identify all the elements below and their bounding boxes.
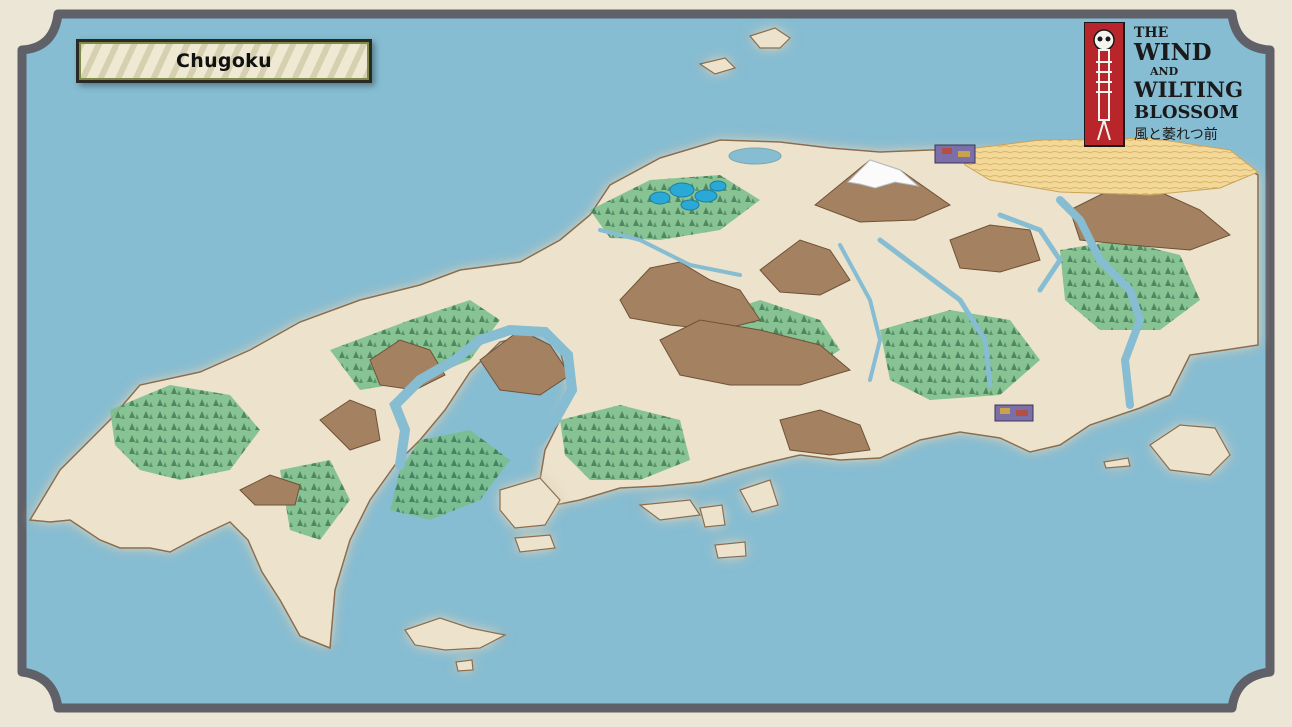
logo-text-wilting: WILTING <box>1134 77 1244 102</box>
logo-text-and: AND <box>1150 65 1179 78</box>
logo-subtitle-japanese: 風と萎れつ前 <box>1134 127 1218 143</box>
region-name-label: Chugoku <box>176 50 272 72</box>
logo-text-wind: WIND <box>1134 39 1212 66</box>
skeleton-emblem <box>1084 22 1125 147</box>
region-name-banner: Chugoku <box>76 39 372 83</box>
logo-text-blossom: BLOSSOM <box>1134 102 1239 123</box>
logo-text-the: THE <box>1134 25 1169 41</box>
game-logo: THE WIND AND WILTING BLOSSOM 風と萎れつ前 <box>1080 22 1250 150</box>
